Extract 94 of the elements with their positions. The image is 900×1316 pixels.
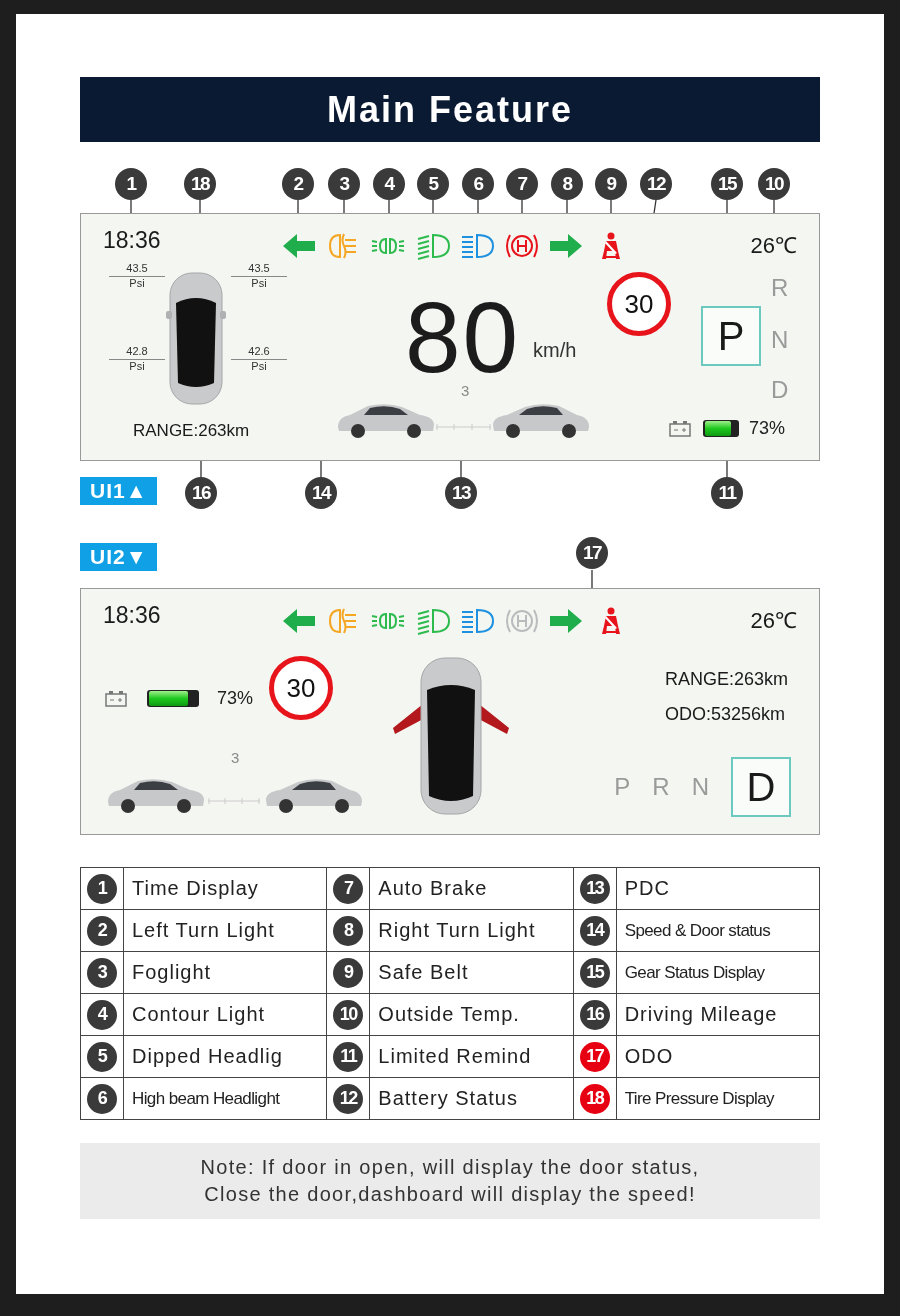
- callout-number: 2: [282, 168, 314, 200]
- legend-number: 2: [87, 915, 117, 946]
- legend-label: Auto Brake: [369, 867, 574, 910]
- callout-number: 12: [640, 168, 672, 200]
- legend-label: Limited Remind: [369, 1035, 574, 1078]
- callout-number: 9: [595, 168, 627, 200]
- ui-label: UI1▲: [80, 477, 158, 505]
- clock-time: 18:36: [103, 227, 161, 254]
- legend-number: 3: [87, 957, 117, 988]
- gear-indicator: N: [771, 326, 789, 354]
- callout-number: 4: [373, 168, 405, 200]
- parking-distance: 3: [461, 382, 470, 399]
- note-text: Close the door,dashboard will display the speed!: [204, 1183, 696, 1206]
- temperature: 26℃: [750, 607, 797, 634]
- tire-pressure-unit: Psi: [251, 360, 267, 372]
- callout-number: 6: [462, 168, 494, 200]
- legend-number: 18: [579, 1083, 610, 1114]
- callout-number: 15: [711, 168, 743, 200]
- legend-number: 7: [333, 873, 364, 904]
- legend-label: Battery Status: [369, 1077, 574, 1120]
- gear-indicator: N: [691, 773, 709, 801]
- speed-value: 80: [405, 298, 521, 376]
- battery-percentage: 73%: [749, 418, 786, 439]
- legend-label: Contour Light: [123, 993, 327, 1036]
- car-battery-icon: [669, 419, 693, 438]
- legend-label: Dipped Headlig: [123, 1035, 327, 1078]
- title-banner: Main Feature: [80, 77, 820, 142]
- legend-label: Speed & Door status: [616, 909, 820, 952]
- legend-label: Safe Belt: [369, 951, 574, 994]
- tire-pressure-unit: Psi: [251, 277, 267, 289]
- callout-number: 1: [115, 168, 147, 200]
- callout-number: 10: [758, 168, 790, 200]
- callout-number: 16: [185, 477, 217, 509]
- gear-indicator: P: [614, 773, 631, 801]
- tire-pressure-value: 43.5: [126, 262, 148, 274]
- tire-pressure-value: 43.5: [248, 262, 270, 274]
- car-battery-icon: [105, 689, 129, 708]
- clock-time: 18:36: [103, 602, 161, 629]
- legend-label: Gear Status Display: [616, 951, 820, 994]
- legend-label: Left Turn Light: [123, 909, 327, 952]
- callout-number: 8: [551, 168, 583, 200]
- tire-pressure-value: 42.8: [126, 345, 148, 357]
- legend-number: 12: [333, 1083, 364, 1114]
- legend-label: Foglight: [123, 951, 327, 994]
- legend-label: ODO: [616, 1035, 820, 1078]
- legend-label: Tire Pressure Display: [616, 1077, 820, 1120]
- callout-number: 13: [445, 477, 477, 509]
- callout-number: 5: [417, 168, 449, 200]
- parking-distance: 3: [231, 749, 240, 766]
- legend-number: 13: [579, 873, 610, 904]
- legend-number: 4: [87, 999, 117, 1030]
- battery-percentage: 73%: [217, 688, 254, 709]
- legend-number: 8: [333, 915, 364, 946]
- legend-label: Time Display: [123, 867, 327, 910]
- speed-limit-sign: 30: [269, 656, 333, 720]
- legend-number: 9: [333, 957, 364, 988]
- callout-number: 17: [576, 537, 608, 569]
- temperature: 26℃: [750, 232, 797, 259]
- legend-number: 5: [87, 1041, 117, 1072]
- speed-limit-sign: 30: [607, 272, 671, 336]
- tire-pressure-unit: Psi: [129, 277, 145, 289]
- callout-number: 11: [711, 477, 743, 509]
- callout-number: 3: [328, 168, 360, 200]
- legend-number: 16: [579, 999, 610, 1030]
- legend-number: 14: [579, 915, 610, 946]
- legend-number: 11: [333, 1041, 364, 1072]
- legend-number: 6: [87, 1083, 117, 1114]
- speed-unit: km/h: [533, 339, 577, 362]
- legend-number: 17: [579, 1041, 610, 1072]
- gear-indicator: D: [771, 376, 789, 404]
- tire-pressure-value: 42.6: [248, 345, 270, 357]
- callout-number: 18: [184, 168, 216, 200]
- tire-pressure-unit: Psi: [129, 360, 145, 372]
- note-text: Note: If door in open, will display the door status,: [200, 1156, 700, 1179]
- gear-indicator: P: [701, 306, 761, 366]
- parking-distance-line: [436, 422, 491, 432]
- gear-indicator: R: [771, 274, 789, 302]
- legend-label: Right Turn Light: [369, 909, 574, 952]
- gear-indicator: D: [731, 757, 791, 817]
- range-text: RANGE:263km: [665, 669, 789, 690]
- callout-number: 7: [506, 168, 538, 200]
- odometer-text: ODO:53256km: [665, 704, 786, 725]
- legend-number: 15: [579, 957, 610, 988]
- legend-label: PDC: [616, 867, 820, 910]
- gear-indicator: R: [652, 773, 670, 801]
- ui-label: UI2▼: [80, 543, 158, 571]
- legend-label: Outside Temp.: [369, 993, 574, 1036]
- legend-label: Driving Mileage: [616, 993, 820, 1036]
- legend-number: 1: [87, 873, 117, 904]
- parking-distance-line: [208, 796, 260, 806]
- legend-number: 10: [333, 999, 364, 1030]
- range-text: RANGE:263km: [133, 421, 250, 441]
- callout-number: 14: [305, 477, 337, 509]
- legend-label: High beam Headlight: [123, 1077, 327, 1120]
